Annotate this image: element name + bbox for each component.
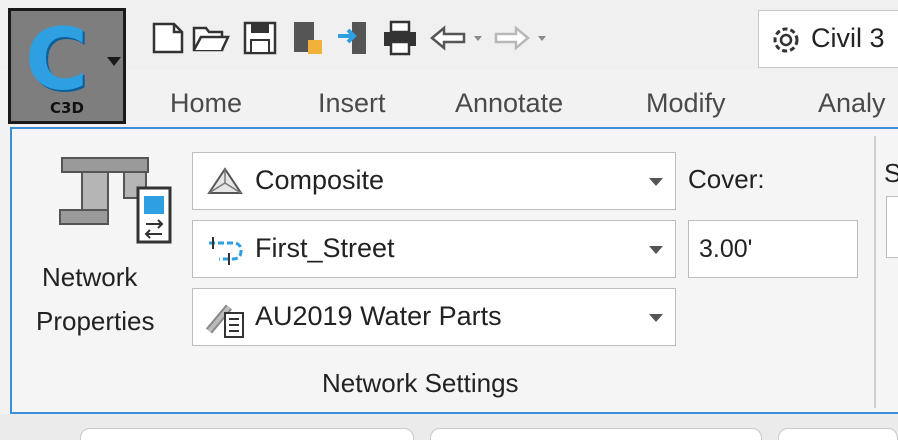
new-icon[interactable] xyxy=(148,18,188,58)
panel-divider xyxy=(874,136,876,408)
cover-label: Cover: xyxy=(688,164,765,194)
pipe-network-icon xyxy=(59,157,172,244)
redo-icon[interactable] xyxy=(492,18,532,58)
tab-analyze[interactable]: Analy xyxy=(818,88,886,119)
app-button-label: C3D xyxy=(50,99,84,117)
surface-icon xyxy=(207,167,243,194)
surface-combo[interactable]: Composite xyxy=(192,152,676,210)
application-menu-button[interactable]: C C3D xyxy=(8,8,126,124)
save-as-icon[interactable] xyxy=(288,18,328,58)
network-properties-label-line2: Properties xyxy=(36,306,155,336)
undo-icon[interactable] xyxy=(428,18,468,58)
workspace-label: Civil 3 xyxy=(811,23,885,53)
drawing-tab[interactable] xyxy=(430,428,762,440)
parts-list-icon xyxy=(205,304,244,338)
tab-modify[interactable]: Modify xyxy=(646,88,726,119)
open-icon[interactable] xyxy=(190,18,230,58)
chevron-down-icon[interactable] xyxy=(649,314,663,322)
undo-dropdown-icon[interactable] xyxy=(474,36,482,41)
gear-icon xyxy=(773,27,799,53)
alignment-icon xyxy=(209,237,243,265)
tab-home[interactable]: Home xyxy=(170,88,242,119)
alignment-combo[interactable]: First_Street xyxy=(192,220,676,278)
drawing-tab[interactable] xyxy=(778,428,898,440)
print-icon[interactable] xyxy=(380,18,420,58)
import-icon[interactable] xyxy=(334,18,374,58)
cut-input[interactable] xyxy=(886,196,898,258)
chevron-down-icon[interactable] xyxy=(649,246,663,254)
tab-annotate[interactable]: Annotate xyxy=(455,88,563,119)
cover-input[interactable] xyxy=(688,220,858,278)
parts-list-value: AU2019 Water Parts xyxy=(255,301,502,331)
workspace-switcher[interactable]: Civil 3 xyxy=(758,10,898,68)
cut-label: S xyxy=(884,158,898,188)
parts-list-combo[interactable]: AU2019 Water Parts xyxy=(192,288,676,346)
save-icon[interactable] xyxy=(240,18,280,58)
chevron-down-icon[interactable] xyxy=(649,178,663,186)
tab-insert[interactable]: Insert xyxy=(318,88,386,119)
panel-title: Network Settings xyxy=(322,368,519,398)
alignment-value: First_Street xyxy=(255,233,395,263)
redo-dropdown-icon[interactable] xyxy=(538,36,546,41)
chevron-down-icon xyxy=(107,57,121,66)
surface-value: Composite xyxy=(255,165,385,195)
network-properties-label-line1: Network xyxy=(42,262,138,292)
drawing-tab[interactable] xyxy=(80,428,414,440)
civil3d-logo-icon: C xyxy=(25,10,89,110)
